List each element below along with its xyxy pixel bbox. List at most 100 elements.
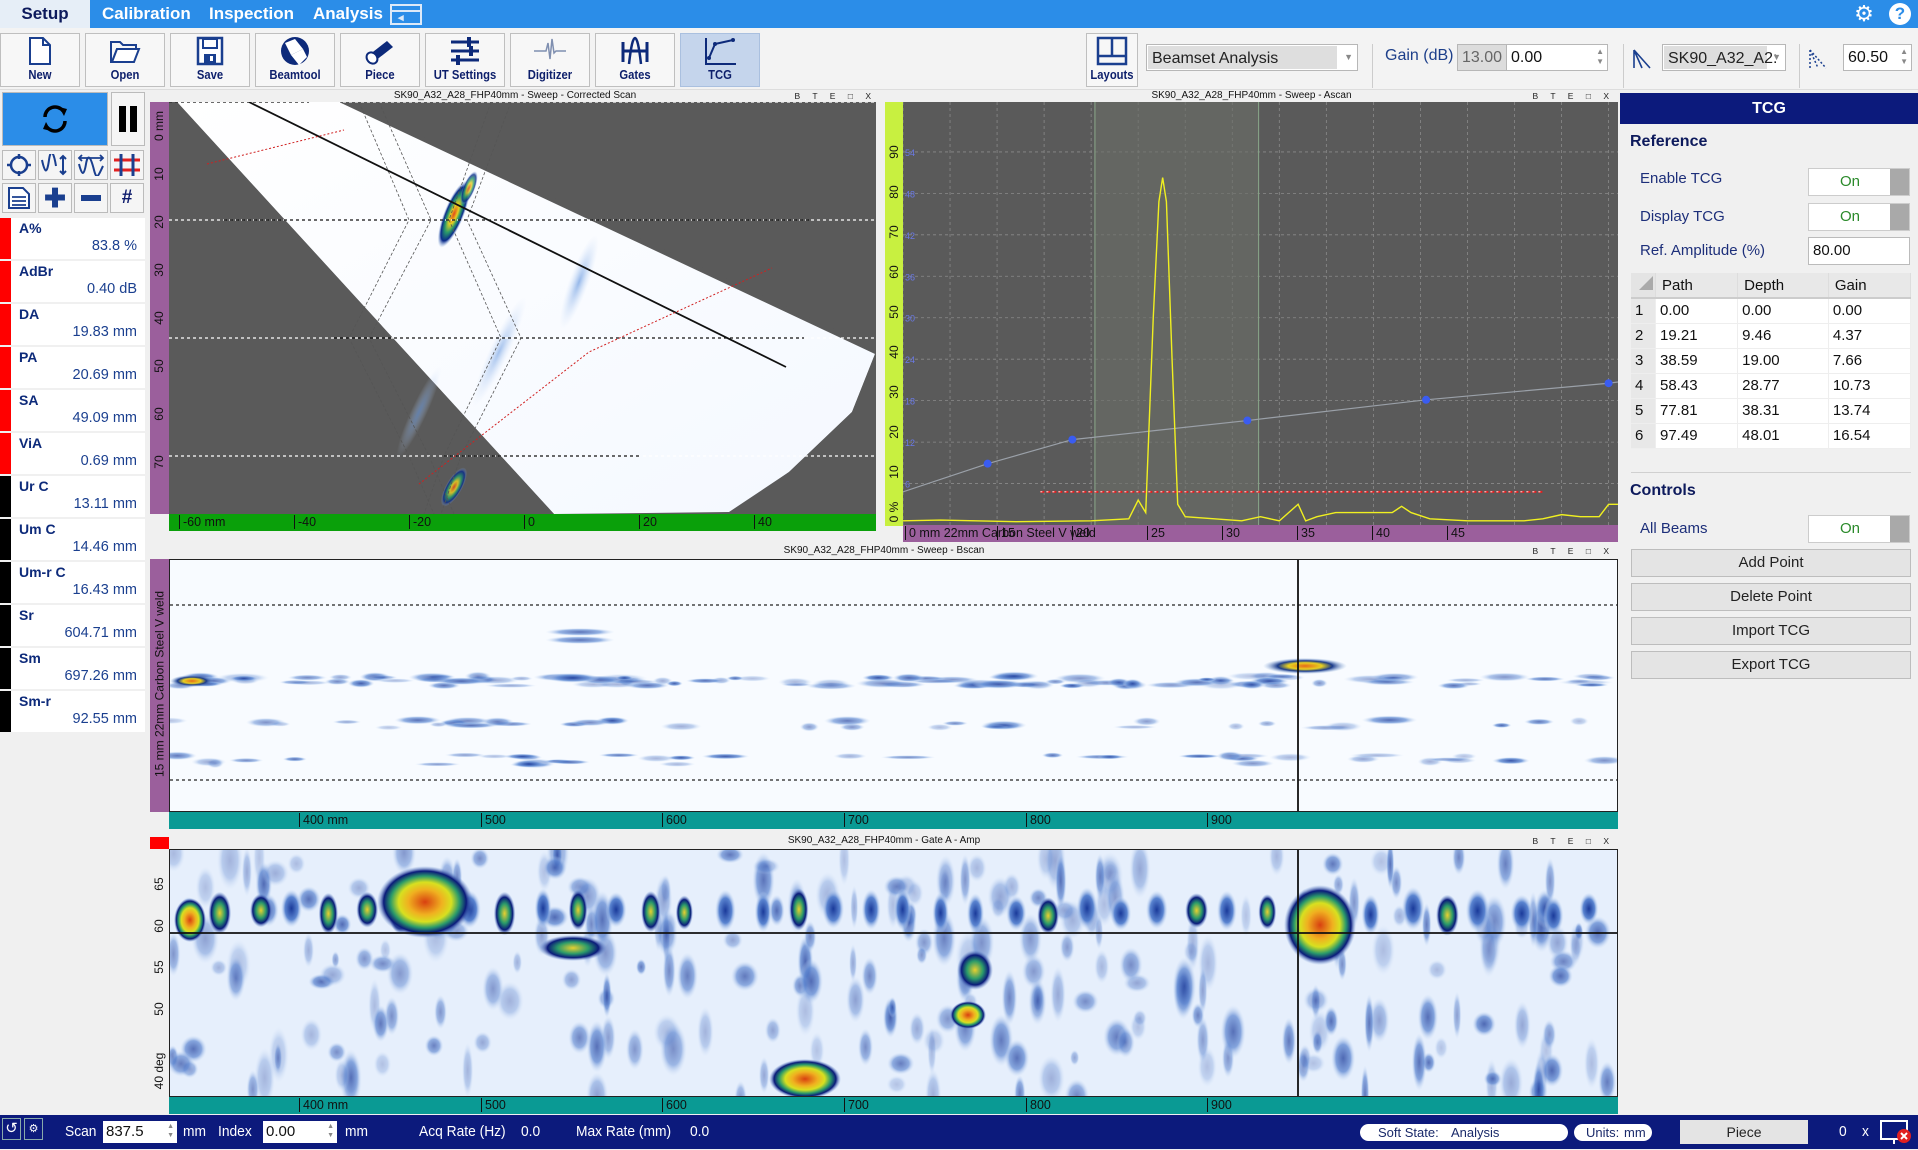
measurement-item[interactable]: Um-r C 16.43 mm [0, 562, 145, 603]
table-row[interactable]: 1 0.00 0.00 0.00 [1631, 298, 1912, 324]
report-button[interactable] [2, 183, 36, 213]
add-button[interactable]: ✚ [38, 183, 72, 213]
enable-tcg-toggle[interactable]: On [1808, 168, 1910, 196]
ut-settings-button[interactable]: UT Settings [425, 33, 505, 87]
help-icon[interactable]: ? [1889, 3, 1911, 25]
view-controls[interactable]: B T E □ X [1533, 835, 1614, 847]
add-point-button[interactable]: Add Point [1631, 549, 1911, 577]
tab-analysis[interactable]: Analysis [303, 0, 393, 28]
beamset-fan-icon [1632, 48, 1652, 75]
column-header[interactable]: Depth [1737, 273, 1829, 299]
table-cell[interactable]: 77.81 [1655, 398, 1739, 424]
new-button[interactable]: New [0, 33, 80, 87]
table-cell[interactable]: 58.43 [1655, 373, 1739, 399]
measurement-item[interactable]: PA 20.69 mm [0, 347, 145, 388]
table-cell[interactable]: 28.77 [1737, 373, 1829, 399]
table-cell[interactable]: 38.59 [1655, 348, 1739, 374]
measurement-item[interactable]: AdBr 0.40 dB [0, 261, 145, 302]
cscan-plot[interactable] [169, 849, 1618, 1097]
table-cell[interactable]: 38.31 [1737, 398, 1829, 424]
measurement-item[interactable]: SA 49.09 mm [0, 390, 145, 431]
table-cell[interactable]: 19.21 [1655, 323, 1739, 349]
table-cell[interactable]: 0.00 [1655, 298, 1739, 324]
table-cell[interactable]: 7.66 [1828, 348, 1912, 374]
measurement-item[interactable]: Um C 14.46 mm [0, 519, 145, 560]
settings-gear-icon[interactable]: ⚙ [1852, 2, 1876, 26]
measurement-item[interactable]: Sm 697.26 mm [0, 648, 145, 689]
sector-scan-plot[interactable] [169, 102, 876, 514]
select-all-corner[interactable] [1631, 273, 1656, 299]
import-tcg-button[interactable]: Import TCG [1631, 617, 1911, 645]
table-cell[interactable]: 13.74 [1828, 398, 1912, 424]
scan-position-input[interactable]: 837.5 ▲ ▼ [103, 1121, 177, 1143]
table-row[interactable]: 5 77.81 38.31 13.74 [1631, 398, 1912, 424]
table-cell[interactable]: 48.01 [1737, 423, 1829, 449]
horizontal-cursor-button[interactable] [74, 150, 108, 180]
beamset-select[interactable]: SK90_A32_A2: ▼ [1662, 44, 1786, 71]
measurement-value: 13.11 mm [73, 496, 137, 512]
tcg-button[interactable]: TCG [680, 33, 760, 87]
table-row[interactable]: 4 58.43 28.77 10.73 [1631, 373, 1912, 399]
amplitude-cursor-button[interactable] [38, 150, 72, 180]
encoder-settings-icon[interactable]: ⚙ [24, 1118, 43, 1140]
measurement-item[interactable]: ViA 0.69 mm [0, 433, 145, 474]
cscan-signal [300, 1018, 323, 1051]
ascan-plot[interactable]: 6 12 18 24 30 36 42 48 54 [903, 102, 1618, 525]
grid-cursor-button[interactable] [110, 150, 144, 180]
column-header[interactable]: Gain [1828, 273, 1912, 299]
measurement-item[interactable]: Ur C 13.11 mm [0, 476, 145, 517]
digitizer-button[interactable]: Digitizer [510, 33, 590, 87]
all-beams-toggle[interactable]: On [1808, 515, 1910, 543]
tab-calibration[interactable]: Calibration [92, 0, 201, 28]
display-tcg-toggle[interactable]: On [1808, 203, 1910, 231]
gain-input[interactable]: 0.00 ▲ ▼ [1506, 44, 1608, 71]
table-cell[interactable]: 0.00 [1737, 298, 1829, 324]
table-cell[interactable]: 4.37 [1828, 323, 1912, 349]
undo-icon[interactable]: ↺ [2, 1118, 21, 1140]
save-button[interactable]: Save [170, 33, 250, 87]
layouts-button[interactable]: Layouts [1086, 33, 1138, 87]
row-number: 1 [1631, 298, 1656, 324]
measurement-item[interactable]: Sr 604.71 mm [0, 605, 145, 646]
table-cell[interactable]: 16.54 [1828, 423, 1912, 449]
collapse-ribbon-icon[interactable]: ◂ [390, 4, 422, 25]
export-tcg-button[interactable]: Export TCG [1631, 651, 1911, 679]
tab-inspection[interactable]: Inspection [199, 0, 304, 28]
refresh-sync-button[interactable] [2, 92, 108, 146]
index-position-input[interactable]: 0.00 ▲ ▼ [263, 1121, 337, 1143]
table-cell[interactable]: 0.00 [1828, 298, 1912, 324]
table-cell[interactable]: 97.49 [1655, 423, 1739, 449]
delete-point-button[interactable]: Delete Point [1631, 583, 1911, 611]
bscan-plot[interactable] [169, 559, 1618, 812]
measurement-item[interactable]: DA 19.83 mm [0, 304, 145, 345]
cursor-target-button[interactable] [2, 150, 36, 180]
view-controls[interactable]: B T E □ X [1533, 545, 1614, 557]
open-button[interactable]: Open [85, 33, 165, 87]
ref-amplitude-input[interactable]: 80.00 [1808, 237, 1910, 265]
measurement-item[interactable]: Sm-r 92.55 mm [0, 691, 145, 732]
pause-button[interactable] [111, 92, 145, 146]
beamtool-button[interactable]: Beamtool [255, 33, 335, 87]
table-cell[interactable]: 19.00 [1737, 348, 1829, 374]
hash-button[interactable]: # [110, 183, 144, 213]
table-cell[interactable]: 10.73 [1828, 373, 1912, 399]
x-tick-label: 40 [754, 515, 772, 529]
table-row[interactable]: 3 38.59 19.00 7.66 [1631, 348, 1912, 374]
measurement-item[interactable]: A% 83.8 % [0, 218, 145, 259]
table-row[interactable]: 2 19.21 9.46 4.37 [1631, 323, 1912, 349]
column-header[interactable]: Path [1655, 273, 1739, 299]
disconnected-monitor-icon[interactable] [1880, 1119, 1912, 1145]
table-row[interactable]: 6 97.49 48.01 16.54 [1631, 423, 1912, 449]
tab-setup[interactable]: Setup [0, 0, 90, 28]
gates-button[interactable]: Gates [595, 33, 675, 87]
view-controls[interactable]: B T E □ X [795, 90, 876, 102]
spin-arrows-icon[interactable]: ▲ ▼ [1900, 47, 1908, 67]
remove-button[interactable] [74, 183, 108, 213]
piece-status-button[interactable]: Piece [1680, 1120, 1808, 1144]
layout-select[interactable]: Beamset Analysis ▼ [1146, 44, 1358, 71]
spin-arrows-icon[interactable]: ▲ ▼ [1596, 47, 1604, 67]
view-controls[interactable]: B T E □ X [1533, 90, 1614, 102]
table-cell[interactable]: 9.46 [1737, 323, 1829, 349]
beam-angle-input[interactable]: 60.50 ▲ ▼ [1843, 44, 1912, 71]
piece-button[interactable]: Piece [340, 33, 420, 87]
